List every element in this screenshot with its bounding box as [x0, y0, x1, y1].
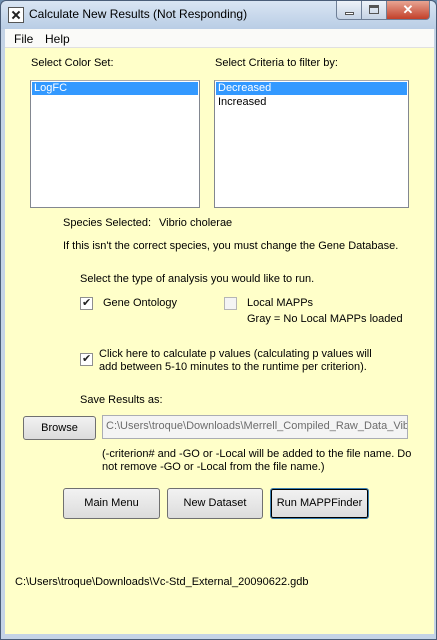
main-menu-button[interactable]: Main Menu	[63, 488, 160, 519]
menu-bar: File Help	[5, 29, 434, 48]
title-bar[interactable]: Calculate New Results (Not Responding) ✕	[1, 1, 436, 29]
pvalues-label[interactable]: Click here to calculate p values (calcul…	[99, 348, 372, 374]
new-dataset-button-label: New Dataset	[183, 497, 247, 509]
menu-file[interactable]: File	[14, 32, 33, 46]
close-button[interactable]: ✕	[387, 1, 430, 20]
criteria-item-increased[interactable]: Increased	[216, 96, 407, 109]
browse-button-label: Browse	[41, 422, 78, 434]
pvalues-checkbox[interactable]	[80, 352, 93, 366]
maximize-icon	[369, 5, 379, 14]
window-title: Calculate New Results (Not Responding)	[29, 7, 248, 21]
save-note-line1: (-criterion# and -GO or -Local will be a…	[102, 448, 412, 460]
save-path-field[interactable]: C:\Users\troque\Downloads\Merrell_Compil…	[102, 415, 408, 439]
color-set-item-logfc[interactable]: LogFC	[32, 82, 198, 95]
minimize-icon	[345, 12, 354, 15]
minimize-button[interactable]	[336, 1, 362, 20]
menu-help[interactable]: Help	[45, 32, 70, 46]
app-window: Calculate New Results (Not Responding) ✕…	[0, 0, 437, 640]
caption-buttons: ✕	[336, 1, 430, 21]
dialog-body: Select Color Set: LogFC Select Criteria …	[5, 48, 434, 634]
analysis-prompt: Select the type of analysis you would li…	[80, 273, 315, 285]
run-mappfinder-button-label: Run MAPPFinder	[276, 497, 363, 509]
run-mappfinder-button[interactable]: Run MAPPFinder	[270, 488, 369, 519]
save-note-line2: not remove -GO or -Local from the file n…	[102, 461, 325, 473]
pvalues-label-line2: add between 5-10 minutes to the runtime …	[99, 361, 367, 373]
maximize-button[interactable]	[362, 1, 387, 20]
new-dataset-button[interactable]: New Dataset	[167, 488, 263, 519]
criteria-item-decreased[interactable]: Decreased	[216, 82, 407, 95]
species-value: Vibrio cholerae	[159, 217, 233, 229]
main-menu-button-label: Main Menu	[84, 497, 139, 509]
local-mapps-label[interactable]: Local MAPPs	[247, 297, 313, 309]
gene-ontology-checkbox[interactable]	[80, 296, 93, 310]
local-mapps-checkbox[interactable]	[224, 297, 237, 310]
local-mapps-note: Gray = No Local MAPPs loaded	[247, 313, 403, 325]
criteria-list[interactable]: Decreased Increased	[214, 80, 409, 208]
close-icon: ✕	[402, 2, 414, 17]
database-path: C:\Users\troque\Downloads\Vc-Std_Externa…	[15, 576, 309, 588]
color-set-list[interactable]: LogFC	[30, 80, 200, 208]
species-warning: If this isn't the correct species, you m…	[63, 240, 399, 252]
save-note: (-criterion# and -GO or -Local will be a…	[102, 448, 411, 474]
app-icon	[8, 7, 24, 23]
save-label: Save Results as:	[80, 394, 163, 406]
pvalues-label-line1: Click here to calculate p values (calcul…	[99, 348, 372, 360]
browse-button[interactable]: Browse	[23, 416, 96, 440]
criteria-label: Select Criteria to filter by:	[215, 57, 338, 69]
color-set-label: Select Color Set:	[31, 57, 114, 69]
gene-ontology-label[interactable]: Gene Ontology	[103, 297, 177, 309]
species-label: Species Selected:	[63, 217, 152, 229]
